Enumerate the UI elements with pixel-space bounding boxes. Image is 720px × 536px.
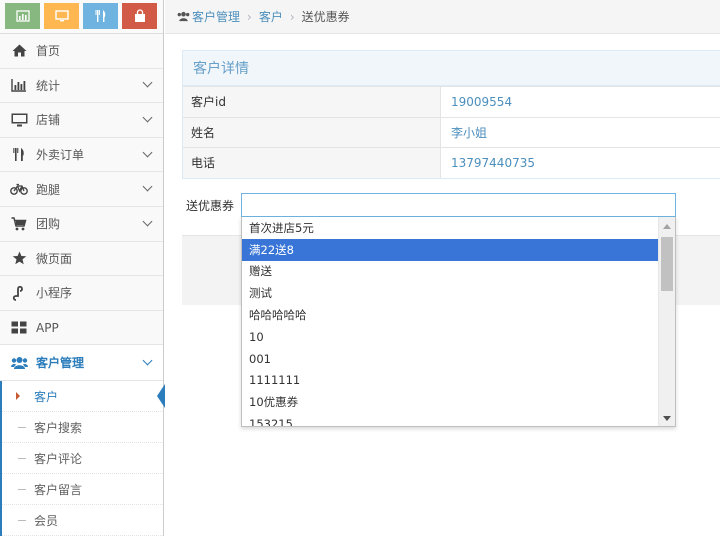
sidebar-subitem-label: 会员: [34, 513, 59, 528]
sidebar-item-app[interactable]: APP: [0, 310, 163, 346]
chevron-down-icon: [142, 216, 153, 227]
breadcrumb-link-customer-management[interactable]: 客户管理: [192, 8, 240, 25]
desktop-icon: [10, 112, 28, 128]
users-icon: [10, 355, 28, 371]
chevron-down-icon: [142, 355, 153, 366]
coupon-option[interactable]: 153215: [242, 413, 658, 426]
sidebar-item-group-buy[interactable]: 团购: [0, 206, 163, 242]
breadcrumb: 客户管理 › 客户 › 送优惠券: [165, 0, 720, 34]
coupon-option[interactable]: 哈哈哈哈哈: [242, 304, 658, 326]
sidebar-nav: 首页 统计 店铺 外卖订单 跑腿 团购 微页面 小程序 APP 客户管理: [0, 34, 163, 382]
detail-value: 13797440735: [451, 155, 535, 170]
sidebar-item-label: 小程序: [36, 286, 73, 301]
breadcrumb-separator: ›: [289, 9, 295, 24]
dropdown-scrollbar[interactable]: [658, 217, 675, 426]
scroll-down-arrow-icon[interactable]: [663, 416, 671, 421]
tree-dash: [18, 520, 26, 522]
stats-shortcut-button[interactable]: [5, 3, 40, 29]
detail-key: 姓名: [183, 117, 441, 147]
customer-detail-panel: 客户详情 客户id 19009554 姓名 李小姐 电话 13797440735: [182, 50, 720, 179]
coupon-select[interactable]: [241, 193, 676, 217]
active-marker: [157, 384, 165, 409]
star-icon: [10, 250, 28, 266]
users-icon: [177, 11, 190, 22]
shortcut-bar: [0, 0, 163, 34]
chevron-down-icon: [142, 147, 153, 158]
sidebar-subitem-customer[interactable]: 客户: [2, 381, 165, 413]
detail-row-phone: 电话 13797440735: [183, 147, 720, 178]
sidebar-subitem-members[interactable]: 会员: [2, 505, 163, 536]
grid-icon: [10, 320, 28, 336]
coupon-option[interactable]: 10优惠券: [242, 391, 658, 413]
sidebar-item-stats[interactable]: 统计: [0, 68, 163, 104]
sidebar-item-mini-program[interactable]: 小程序: [0, 276, 163, 311]
sidebar-item-label: 跑腿: [36, 182, 61, 197]
coupon-option[interactable]: 1111111: [242, 370, 658, 392]
sidebar-item-label: 微页面: [36, 251, 73, 266]
shop-shortcut-button[interactable]: [122, 3, 157, 29]
breadcrumb-link-customer[interactable]: 客户: [259, 8, 283, 25]
sidebar-subitem-label: 客户留言: [34, 482, 83, 497]
coupon-label: 送优惠券: [186, 199, 235, 213]
sidebar-item-label: 统计: [36, 78, 61, 93]
sidebar-item-label: 外卖订单: [36, 148, 85, 163]
detail-value: 李小姐: [451, 125, 488, 140]
coupon-option[interactable]: 测试: [242, 282, 658, 304]
tree-dash: [18, 458, 26, 460]
sidebar-subitem-customer-messages[interactable]: 客户留言: [2, 474, 163, 506]
chevron-down-icon: [142, 181, 153, 192]
coupon-option[interactable]: 001: [242, 348, 658, 370]
bicycle-icon: [10, 181, 28, 197]
sidebar: 首页 统计 店铺 外卖订单 跑腿 团购 微页面 小程序 APP 客户管理 客户 …: [0, 0, 165, 536]
link-icon: [10, 285, 28, 301]
tree-dash: [18, 489, 26, 491]
tree-dash: [18, 427, 26, 429]
sidebar-subitem-customer-search[interactable]: 客户搜索: [2, 412, 163, 444]
sidebar-subitem-label: 客户搜索: [34, 420, 83, 435]
detail-value: 19009554: [451, 94, 513, 109]
sidebar-item-label: 客户管理: [36, 356, 85, 371]
coupon-option[interactable]: 10: [242, 326, 658, 348]
sidebar-item-micro-page[interactable]: 微页面: [0, 241, 163, 277]
scroll-up-arrow-icon[interactable]: [663, 224, 671, 229]
cutlery-icon: [95, 10, 105, 22]
sidebar-item-takeout-orders[interactable]: 外卖订单: [0, 137, 163, 173]
shopping-bag-icon: [134, 9, 145, 22]
sidebar-subitem-label: 客户评论: [34, 451, 83, 466]
coupon-option-selected[interactable]: 满22送8: [242, 238, 658, 261]
breadcrumb-separator: ›: [247, 9, 252, 24]
detail-row-name: 姓名 李小姐: [183, 116, 720, 147]
home-icon: [10, 43, 28, 59]
sidebar-item-errand[interactable]: 跑腿: [0, 172, 163, 207]
coupon-option[interactable]: 首次进店5元: [242, 217, 658, 239]
cutlery-icon: [10, 147, 28, 163]
sidebar-item-label: APP: [36, 320, 59, 335]
breadcrumb-current: 送优惠券: [301, 10, 350, 24]
sidebar-item-home[interactable]: 首页: [0, 34, 163, 69]
bar-chart-icon: [10, 77, 28, 93]
cart-icon: [10, 216, 28, 232]
detail-key: 电话: [183, 148, 441, 178]
caret-right-icon: [16, 392, 20, 401]
customer-submenu: 客户 客户搜索 客户评论 客户留言 会员: [0, 381, 165, 536]
scrollbar-thumb[interactable]: [661, 237, 673, 291]
monitor-icon: [54, 10, 69, 22]
detail-key: 客户id: [183, 87, 441, 117]
bar-chart-icon: [15, 10, 30, 22]
coupon-dropdown: 首次进店5元 满22送8 赠送 测试 哈哈哈哈哈 10 001 1111111 …: [241, 217, 676, 427]
detail-row-customer-id: 客户id 19009554: [183, 86, 720, 117]
sidebar-item-label: 团购: [36, 217, 61, 232]
food-shortcut-button[interactable]: [83, 3, 118, 29]
chevron-down-icon: [142, 77, 153, 88]
chevron-down-icon: [142, 112, 153, 123]
sidebar-subitem-label: 客户: [34, 389, 59, 404]
sidebar-item-store[interactable]: 店铺: [0, 103, 163, 138]
sidebar-item-customer-management[interactable]: 客户管理: [0, 345, 163, 382]
coupon-option[interactable]: 赠送: [242, 261, 658, 283]
monitor-shortcut-button[interactable]: [44, 3, 79, 29]
sidebar-item-label: 首页: [36, 44, 61, 59]
sidebar-subitem-customer-reviews[interactable]: 客户评论: [2, 443, 163, 475]
panel-title: 客户详情: [183, 51, 720, 86]
sidebar-item-label: 店铺: [36, 113, 61, 128]
